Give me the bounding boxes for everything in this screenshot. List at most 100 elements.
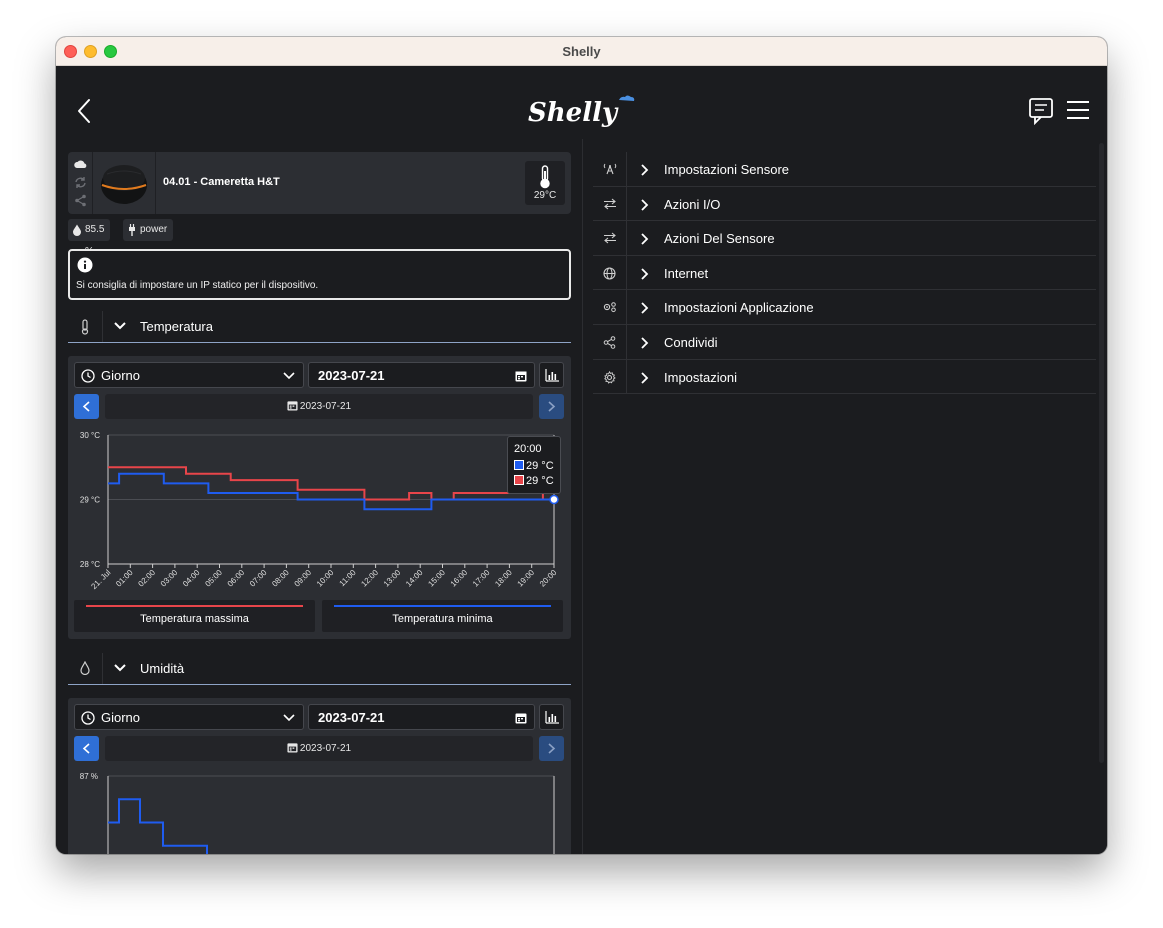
drop-icon [73,224,81,236]
humidity-chip: 85.5 % [68,219,111,257]
x-tick-label: 20:00 [538,568,559,589]
humidity-date-input[interactable]: 2023-07-21 [308,704,535,730]
chart-tooltip: 20:00 29 °C 29 °C [507,436,561,494]
x-tick-label: 01:00 [114,568,135,589]
temperature-next-day-button[interactable] [539,394,564,419]
temperature-chart[interactable]: 30 °C 29 °C 28 °C21. Jul 01:00 02:00 03:00 04:… [68,424,571,600]
x-tick-label: 08:00 [270,568,291,589]
chevron-right-icon [641,371,649,384]
x-tick-label: 07:00 [248,568,269,589]
feedback-button[interactable] [1028,97,1054,126]
x-tick-label: 13:00 [382,568,403,589]
temperature-period-select[interactable]: Giorno [74,362,304,388]
legend-max-label: Temperatura massima [140,613,249,625]
settings-panel: Impostazioni Sensore Azioni I/O Azioni Del… [583,139,1107,854]
sync-icon [75,177,86,188]
calendar-icon [515,371,527,382]
chevron-right-icon [548,401,556,412]
chevron-right-icon [641,268,649,280]
thermometer-icon [540,165,550,189]
humidity-section-header[interactable]: Umidità [68,653,571,685]
temperature-section-header[interactable]: Temperatura [68,311,571,343]
humidity-date-bar: 2023-07-21 [105,736,533,761]
temperature-value: 29°C [533,190,557,201]
x-tick-label: 15:00 [426,568,447,589]
humidity-next-day-button[interactable] [539,736,564,761]
settings-menu-label: Azioni I/O [664,196,721,212]
tooltip-row-max: 29 °C [514,475,554,487]
chevron-left-icon [82,743,90,754]
humidity-period-value: Giorno [101,710,141,725]
chevron-left-icon [78,99,90,123]
settings-scrollbar[interactable] [1099,143,1104,763]
power-chip: power [123,219,174,241]
section-icon-cell [68,653,103,684]
bar-chart-icon [545,711,559,724]
settings-menu-item[interactable]: Impostazioni [593,359,1096,395]
x-tick-label: 21. Jul [89,568,112,591]
settings-menu-item[interactable]: Internet [593,255,1096,291]
svg-text:Shelly: Shelly [528,98,619,128]
x-tick-label: 16:00 [449,568,470,589]
title-bar: Shelly [56,37,1107,66]
temperature-section-title: Temperatura [140,319,213,334]
share-icon [75,194,86,207]
chevron-right-icon [548,743,556,754]
settings-menu-item[interactable]: Impostazioni Sensore [593,152,1096,187]
settings-menu-label: Impostazioni Sensore [664,162,790,177]
menu-icon-cell [593,324,627,359]
x-tick-label: 03:00 [159,568,180,589]
x-tick-label: 12:00 [359,568,380,589]
legend-min-label: Temperatura minima [392,613,493,625]
settings-menu-label: Impostazioni Applicazione [664,300,814,316]
settings-menu-item[interactable]: Condividi [593,324,1096,360]
temperature-date-bar-label: 2023-07-21 [299,401,352,412]
humidity-chart-type-button[interactable] [539,704,564,730]
temperature-chart-type-button[interactable] [539,362,564,388]
tooltip-row-min: 29 °C [514,460,554,472]
series-line [108,798,208,854]
cloud-icon [74,160,87,168]
notice-text: Si consiglia di impostare un IP statico … [76,280,319,291]
legend-min-temp[interactable]: Temperatura minima [322,600,563,632]
chevron-down-icon [114,664,126,672]
humidity-chart[interactable]: 87 %86 % [68,766,571,854]
device-name: 04.01 - Cameretta H&T [163,176,280,188]
clock-icon [81,369,95,383]
clock-icon [81,711,95,725]
settings-menu-label: Azioni Del Sensore [664,231,775,247]
device-image [93,152,156,214]
humidity-date-value: 2023-07-21 [318,710,385,725]
back-button[interactable] [74,96,98,126]
settings-menu-label: Impostazioni [664,369,737,385]
chevron-right-icon [641,198,649,211]
y-tick-label: 30 °C [80,431,100,440]
thermometer-icon [81,319,89,335]
menu-icon-cell [593,359,627,394]
legend-max-temp[interactable]: Temperatura massima [74,600,315,632]
x-tick-label: 04:00 [181,568,202,589]
hamburger-menu-button[interactable] [1066,100,1090,120]
static-ip-notice: Si consiglia di impostare un IP statico … [68,249,571,300]
chevron-right-icon [641,337,649,349]
tooltip-min-value: 29 °C [526,460,554,472]
temperature-date-input[interactable]: 2023-07-21 [308,362,535,388]
power-chip-label: power [140,224,168,235]
settings-menu-item[interactable]: Azioni I/O [593,186,1096,222]
device-panel: 04.01 - Cameretta H&T 29°C 85.5 % power … [56,139,582,854]
humidity-period-select[interactable]: Giorno [74,704,304,730]
humidity-prev-day-button[interactable] [74,736,99,761]
settings-menu-item[interactable]: Impostazioni Applicazione [593,290,1096,325]
shelly-logo: Shelly [526,94,638,134]
temperature-date-value: 2023-07-21 [318,368,385,383]
chat-icon [1029,98,1053,126]
temperature-prev-day-button[interactable] [74,394,99,419]
hover-point [549,494,559,505]
device-card[interactable]: 04.01 - Cameretta H&T 29°C [68,152,571,214]
tooltip-max-value: 29 °C [526,475,554,487]
settings-menu-label: Condividi [664,334,718,350]
menu-icon-cell [593,152,627,186]
settings-menu-item[interactable]: Azioni Del Sensore [593,221,1096,256]
temperature-tile[interactable]: 29°C [525,161,565,205]
temperature-date-bar: 2023-07-21 [105,394,533,419]
